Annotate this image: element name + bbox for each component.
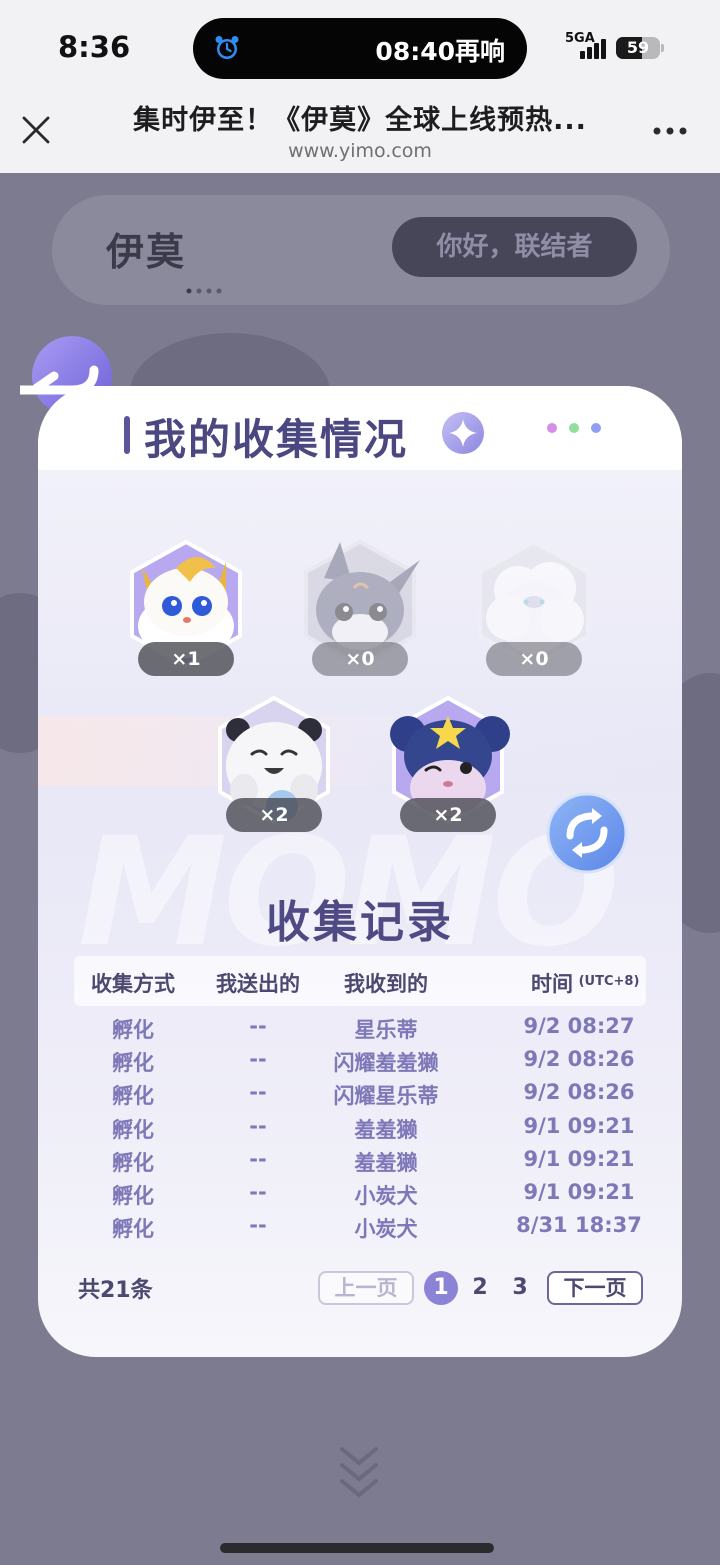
next-page-button[interactable]: 下一页 [547,1271,643,1305]
collection-modal: MOMO 我的收集情况 ×1 ×0 ×0 ×2 ×2 收集记录 收集方式 我送出… [38,386,682,1357]
pet-card-gray-cat[interactable]: ×0 [294,538,426,684]
row-received: 羞羞獭 [354,1150,418,1175]
page-1-button[interactable]: 1 [424,1271,458,1305]
page-title: 集时伊至！《伊莫》全球上线预热... [133,105,587,136]
column-header-sent: 我送出的 [216,972,300,996]
column-header-received: 我收到的 [344,972,428,996]
row-method: 孵化 [112,1084,154,1109]
modal-title: 我的收集情况 [144,415,409,464]
row-sent: -- [249,1080,267,1105]
title-accent-bar [124,416,130,454]
page-3-button[interactable]: 3 [503,1271,537,1305]
table-row: 孵化 -- 星乐蒂 9/2 08:27 [74,1012,646,1045]
time-zone-label: (UTC+8) [578,974,640,989]
row-sent: -- [249,1146,267,1171]
row-time: 9/2 08:26 [523,1047,635,1072]
row-sent: -- [249,1213,267,1238]
dynamic-island[interactable]: 08:40再响 [193,18,527,79]
row-time: 8/31 18:37 [516,1213,642,1238]
row-method: 孵化 [112,1150,154,1175]
column-header-method: 收集方式 [91,972,175,996]
color-dots-icon [547,423,601,433]
row-received: 闪耀羞羞獭 [333,1051,439,1076]
total-count: 共21条 [78,1278,153,1303]
greeting-button[interactable]: 你好，联结者 [392,217,637,277]
pet-count-badge: ×1 [138,642,234,676]
signal-bars-icon [580,39,606,59]
battery-tip [661,44,664,52]
row-time: 9/1 09:21 [523,1113,635,1138]
row-time: 9/1 09:21 [523,1180,635,1204]
page-url: www.yimo.com [288,140,432,162]
row-received: 小炭犬 [354,1184,418,1208]
battery-percent: 59 [626,38,650,57]
pet-card-blue-star-mouse[interactable]: ×2 [382,694,514,840]
logo-dots-icon [186,288,222,294]
home-indicator[interactable] [220,1543,494,1553]
row-sent: -- [249,1047,267,1072]
table-row: 孵化 -- 闪耀星乐蒂 9/2 08:26 [74,1078,646,1111]
row-received: 小炭犬 [354,1217,418,1242]
alarm-clock-icon [215,36,239,59]
pet-card-white-badger[interactable]: ×2 [208,694,340,840]
row-sent: -- [249,1113,267,1138]
row-method: 孵化 [112,1217,154,1242]
pet-count-badge: ×2 [226,798,322,832]
status-time: 8:36 [58,30,131,64]
scroll-down-icon [340,1447,378,1498]
table-row: 孵化 -- 羞羞獭 9/1 09:21 [74,1112,646,1145]
pet-count-badge: ×2 [400,798,496,832]
table-row: 孵化 -- 羞羞獭 9/1 09:21 [74,1145,646,1178]
more-options-icon[interactable] [652,126,688,136]
pet-count-badge: ×0 [486,642,582,676]
pet-count-badge: ×0 [312,642,408,676]
row-time: 9/2 08:26 [523,1080,635,1105]
row-method: 孵化 [112,1117,154,1142]
table-row: 孵化 -- 小炭犬 9/1 09:21 [74,1178,646,1211]
row-method: 孵化 [112,1051,154,1076]
browser-header: 集时伊至！《伊莫》全球上线预热... www.yimo.com [0,92,720,173]
row-sent: -- [249,1180,267,1204]
row-method: 孵化 [112,1018,154,1042]
records-table-header: 收集方式 我送出的 我收到的 时间 (UTC+8) [74,956,646,1006]
row-received: 闪耀星乐蒂 [333,1084,439,1109]
alarm-snooze-text: 08:40再响 [375,37,505,66]
status-bar: 8:36 08:40再响 5GA 59 [0,0,720,92]
table-row: 孵化 -- 闪耀羞羞獭 9/2 08:26 [74,1045,646,1078]
sparkle-icon [442,412,484,454]
row-received: 星乐蒂 [354,1018,418,1042]
refresh-button[interactable] [546,792,628,874]
row-received: 羞羞獭 [354,1117,418,1142]
prev-page-button[interactable]: 上一页 [318,1271,414,1305]
row-time: 9/2 08:27 [523,1014,635,1038]
pet-card-golden-fox[interactable]: ×1 [120,538,252,684]
table-row: 孵化 -- 小炭犬 8/31 18:37 [74,1211,646,1244]
row-time: 9/1 09:21 [523,1146,635,1171]
row-sent: -- [249,1014,267,1038]
row-method: 孵化 [112,1184,154,1208]
rainbow-decoration [38,716,682,786]
page-2-button[interactable]: 2 [463,1271,497,1305]
pet-card-white-fluff[interactable]: ×0 [468,538,600,684]
records-title: 收集记录 [266,897,454,948]
column-header-time: 时间 [531,972,573,996]
battery-indicator: 59 [616,37,660,59]
site-logo: 伊莫 [106,230,187,274]
